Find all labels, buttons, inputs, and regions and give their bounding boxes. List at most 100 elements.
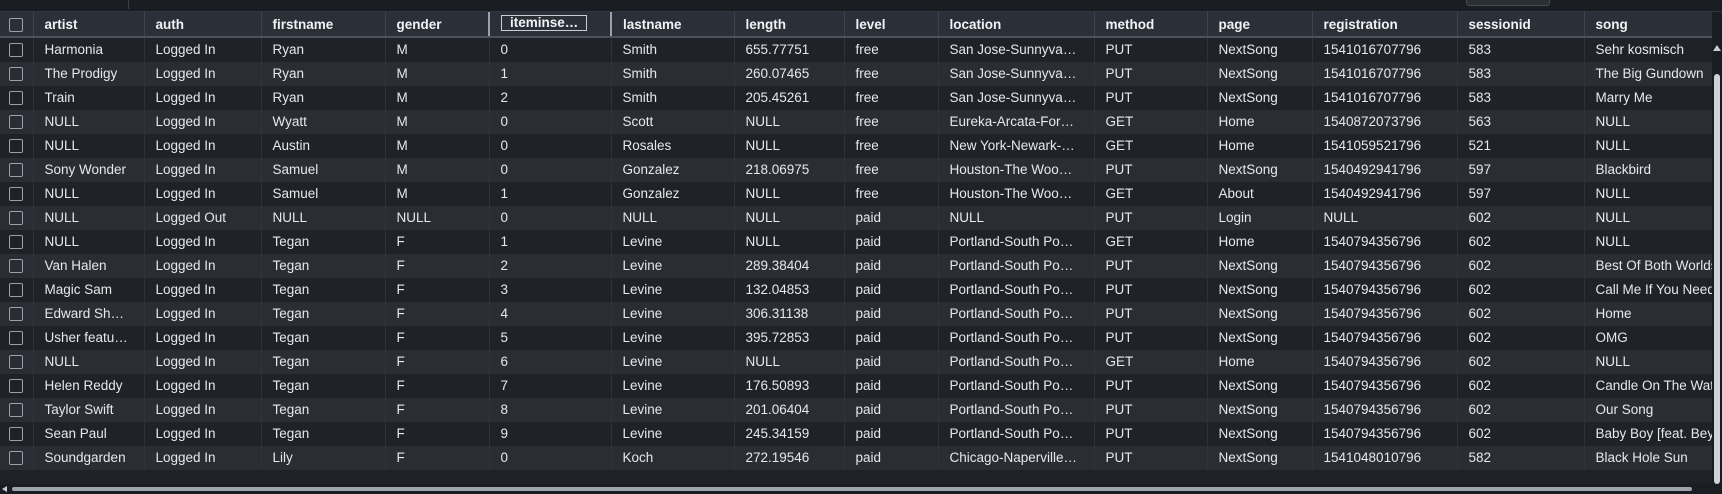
cell-sessionid[interactable]: 582 [1457,446,1585,470]
cell-location[interactable]: New York-Newark-… [938,134,1095,158]
cell-level[interactable]: paid [844,326,939,350]
cell-location[interactable]: Portland-South Po… [938,422,1095,446]
cell-gender[interactable]: F [385,302,490,326]
cell-firstname[interactable]: Tegan [261,278,386,302]
cell-auth[interactable]: Logged In [144,134,262,158]
cell-song[interactable]: NULL [1584,110,1712,134]
cell-level[interactable]: free [844,37,939,62]
cell-firstname[interactable]: NULL [261,206,386,230]
cell-level[interactable]: free [844,86,939,110]
cell-iteminsession[interactable]: 3 [489,278,612,302]
cell-artist[interactable]: Van Halen [33,254,145,278]
cell-method[interactable]: GET [1094,182,1208,206]
cell-iteminsession[interactable]: 0 [489,206,612,230]
cell-gender[interactable]: M [385,134,490,158]
cell-length[interactable]: 218.06975 [734,158,845,182]
table-row[interactable]: NULL Logged In Austin M 0 Rosales NULL free New … [0,134,1712,158]
cell-lastname[interactable]: Levine [611,278,735,302]
cell-location[interactable]: Portland-South Po… [938,254,1095,278]
cell-page[interactable]: NextSong [1207,278,1313,302]
cell-firstname[interactable]: Wyatt [261,110,386,134]
cell-artist[interactable]: NULL [33,206,145,230]
table-row[interactable]: Train Logged In Ryan M 2 Smith 205.45261 free Sa… [0,86,1712,110]
cell-length[interactable]: 395.72853 [734,326,845,350]
toolbar-button[interactable] [1466,0,1550,6]
cell-auth[interactable]: Logged In [144,182,262,206]
table-row[interactable]: Harmonia Logged In Ryan M 0 Smith 655.77751 fre… [0,37,1712,62]
row-checkbox[interactable] [0,398,34,422]
cell-level[interactable]: paid [844,422,939,446]
cell-firstname[interactable]: Tegan [261,422,386,446]
cell-registration[interactable]: 1540794356796 [1312,374,1458,398]
cell-firstname[interactable]: Tegan [261,398,386,422]
cell-method[interactable]: PUT [1094,302,1208,326]
column-header-auth[interactable]: auth [144,12,262,38]
row-checkbox[interactable] [0,254,34,278]
row-checkbox[interactable] [0,206,34,230]
column-header-length[interactable]: length [734,12,845,38]
cell-song[interactable]: Call Me If You Need Me [1584,278,1712,302]
cell-auth[interactable]: Logged In [144,350,262,374]
cell-page[interactable]: NextSong [1207,158,1313,182]
cell-length[interactable]: 260.07465 [734,62,845,86]
cell-method[interactable]: PUT [1094,446,1208,470]
scroll-left-icon[interactable] [2,486,7,492]
row-checkbox[interactable] [0,134,34,158]
cell-registration[interactable]: 1540872073796 [1312,110,1458,134]
cell-lastname[interactable]: Levine [611,374,735,398]
cell-length[interactable]: 245.34159 [734,422,845,446]
cell-song[interactable]: NULL [1584,134,1712,158]
cell-firstname[interactable]: Tegan [261,230,386,254]
cell-sessionid[interactable]: 602 [1457,326,1585,350]
cell-iteminsession[interactable]: 0 [489,158,612,182]
select-all-checkbox[interactable] [0,12,34,38]
cell-location[interactable]: Portland-South Po… [938,326,1095,350]
cell-length[interactable]: NULL [734,350,845,374]
column-header-registration[interactable]: registration [1312,12,1458,38]
cell-lastname[interactable]: Levine [611,302,735,326]
cell-iteminsession[interactable]: 2 [489,254,612,278]
cell-song[interactable]: Candle On The Water [1584,374,1712,398]
cell-method[interactable]: PUT [1094,254,1208,278]
cell-artist[interactable]: Train [33,86,145,110]
cell-registration[interactable]: 1540794356796 [1312,398,1458,422]
cell-auth[interactable]: Logged In [144,37,262,62]
cell-lastname[interactable]: Levine [611,326,735,350]
cell-sessionid[interactable]: 583 [1457,86,1585,110]
cell-lastname[interactable]: Smith [611,62,735,86]
cell-sessionid[interactable]: 583 [1457,62,1585,86]
cell-sessionid[interactable]: 602 [1457,374,1585,398]
cell-sessionid[interactable]: 597 [1457,182,1585,206]
cell-method[interactable]: PUT [1094,86,1208,110]
cell-level[interactable]: paid [844,206,939,230]
table-row[interactable]: Edward Sh… Logged In Tegan F 4 Levine 306.3113… [0,302,1712,326]
cell-sessionid[interactable]: 602 [1457,422,1585,446]
cell-registration[interactable]: 1540794356796 [1312,350,1458,374]
cell-iteminsession[interactable]: 9 [489,422,612,446]
vertical-scroll-thumb[interactable] [1714,74,1720,484]
cell-song[interactable]: The Big Gundown [1584,62,1712,86]
column-header-location[interactable]: location [938,12,1095,38]
cell-page[interactable]: Home [1207,110,1313,134]
column-header-level[interactable]: level [844,12,939,38]
cell-auth[interactable]: Logged In [144,230,262,254]
cell-iteminsession[interactable]: 2 [489,86,612,110]
cell-method[interactable]: PUT [1094,326,1208,350]
column-header-artist[interactable]: artist [33,12,145,38]
cell-iteminsession[interactable]: 0 [489,446,612,470]
cell-lastname[interactable]: Levine [611,230,735,254]
cell-artist[interactable]: Edward Sh… [33,302,145,326]
cell-artist[interactable]: Taylor Swift [33,398,145,422]
row-checkbox[interactable] [0,62,34,86]
cell-location[interactable]: Houston-The Woo… [938,158,1095,182]
cell-song[interactable]: Home [1584,302,1712,326]
cell-sessionid[interactable]: 602 [1457,254,1585,278]
row-checkbox[interactable] [0,278,34,302]
cell-song[interactable]: Baby Boy [feat. Beyonce] [1584,422,1712,446]
cell-method[interactable]: PUT [1094,374,1208,398]
cell-length[interactable]: 306.31138 [734,302,845,326]
cell-registration[interactable]: 1541048010796 [1312,446,1458,470]
table-row[interactable]: Soundgarden Logged In Lily F 0 Koch 272.19546 p… [0,446,1712,470]
cell-level[interactable]: paid [844,374,939,398]
cell-firstname[interactable]: Samuel [261,182,386,206]
